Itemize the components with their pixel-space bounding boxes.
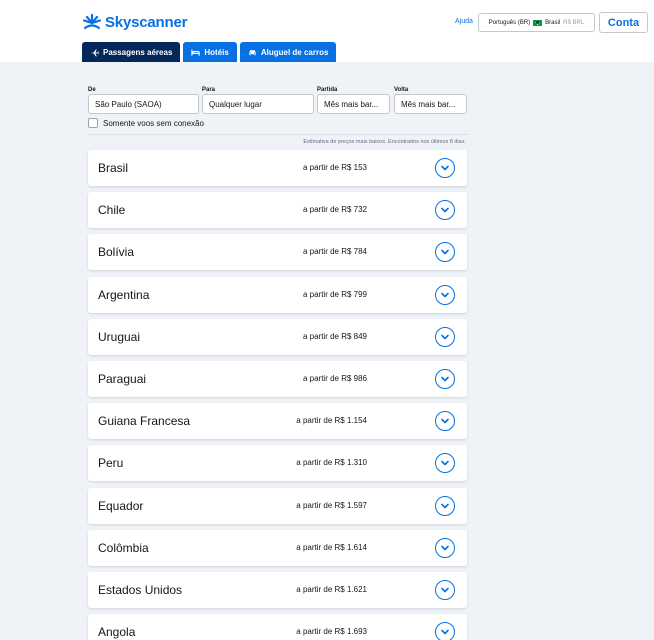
destination-country: Paraguai (98, 372, 147, 386)
destination-price: a partir de R$ 799 (302, 289, 367, 299)
destination-country: Estados Unidos (98, 583, 183, 597)
to-input[interactable]: Qualquer lugar (202, 94, 314, 114)
chevron-down-icon (441, 250, 449, 255)
destination-price: a partir de R$ 1.621 (296, 585, 367, 594)
destination-row[interactable]: Paraguai a partir de R$ 986 (88, 361, 467, 397)
destination-country: Peru (98, 456, 124, 471)
expand-button[interactable] (435, 411, 455, 432)
chevron-down-icon (441, 207, 449, 213)
destination-row[interactable]: Peru a partir de R$ 1.310 (88, 445, 467, 482)
destination-country: Uruguai (98, 329, 141, 344)
help-link[interactable]: Ajuda (455, 18, 473, 25)
account-button[interactable]: Conta (599, 12, 648, 33)
chevron-down-icon (441, 418, 449, 424)
sunrise-logo-icon (82, 13, 102, 30)
destination-row[interactable]: Estados Unidos a partir de R$ 1.621 (88, 572, 467, 608)
expand-button[interactable] (435, 495, 455, 516)
destination-country: Angola (98, 625, 136, 640)
destination-row[interactable]: Equador a partir de R$ 1.597 (88, 487, 467, 524)
direct-flights-checkbox[interactable] (88, 118, 98, 128)
destination-row[interactable]: Angola a partir de R$ 1.693 (88, 614, 467, 640)
to-label: Para (202, 87, 216, 93)
depart-label: Partida (317, 87, 338, 93)
destination-country: Guiana Francesa (98, 414, 191, 429)
return-input[interactable]: Mês mais bar... (394, 94, 467, 114)
chevron-down-icon (441, 165, 449, 171)
chevron-down-icon (441, 292, 449, 297)
expand-button[interactable] (435, 369, 455, 389)
tab-car-rental-label: Aluguel de carros (260, 47, 329, 57)
expand-button[interactable] (435, 622, 455, 640)
product-tabs: Passagens aéreas Hotéis Aluguel de carro… (82, 42, 337, 62)
destination-price: a partir de R$ 849 (302, 331, 367, 341)
chevron-down-icon (441, 461, 449, 466)
expand-button[interactable] (435, 242, 455, 263)
expand-button[interactable] (435, 200, 455, 221)
language-label: Português (BR) (488, 19, 531, 26)
expand-button[interactable] (435, 537, 455, 558)
destination-country: Chile (98, 203, 126, 218)
plane-icon (90, 48, 99, 57)
direct-flights-label: Somente voos sem conexão (103, 118, 204, 128)
depart-field: Partida Mês mais bar... (317, 86, 390, 114)
tab-flights[interactable]: Passagens aéreas (82, 42, 181, 62)
destination-price: a partir de R$ 1.597 (296, 500, 367, 510)
bed-icon (191, 49, 201, 56)
divider (88, 134, 468, 135)
direct-flights-option[interactable]: Somente voos sem conexão (88, 118, 204, 128)
destination-row[interactable]: Guiana Francesa a partir de R$ 1.154 (88, 403, 467, 440)
tab-hotels-label: Hotéis (204, 47, 229, 57)
destination-price: a partir de R$ 1.693 (296, 627, 367, 637)
destination-row[interactable]: Uruguai a partir de R$ 849 (88, 318, 467, 355)
expand-button[interactable] (435, 453, 455, 474)
depart-input[interactable]: Mês mais bar... (317, 94, 390, 114)
destination-price: a partir de R$ 1.310 (296, 458, 367, 468)
from-input[interactable]: São Paulo (SAOA) (88, 94, 199, 114)
from-label: De (88, 87, 96, 93)
destination-price: a partir de R$ 1.154 (296, 416, 367, 426)
chevron-down-icon (441, 334, 449, 340)
destination-price: a partir de R$ 732 (302, 205, 367, 215)
to-field: Para Qualquer lugar (202, 86, 314, 114)
car-icon (249, 49, 256, 55)
brazil-flag-icon (533, 19, 543, 26)
expand-button[interactable] (435, 326, 455, 347)
skyscanner-logo[interactable]: Skyscanner (82, 12, 187, 32)
destination-row[interactable]: Argentina a partir de R$ 799 (88, 276, 467, 313)
expand-button[interactable] (435, 158, 455, 178)
chevron-down-icon (441, 629, 449, 635)
destination-row[interactable]: Bolívia a partir de R$ 784 (88, 234, 467, 271)
destination-price: a partir de R$ 153 (302, 163, 367, 172)
chevron-down-icon (441, 545, 449, 551)
chevron-down-icon (441, 376, 449, 382)
return-label: Volta (394, 87, 409, 93)
destination-row[interactable]: Colômbia a partir de R$ 1.614 (88, 529, 467, 566)
destination-country: Brasil (98, 161, 129, 175)
price-estimate-note: Estimativa de preços mais baixos. Encont… (303, 139, 466, 145)
destination-price: a partir de R$ 1.614 (296, 542, 367, 552)
destination-country: Argentina (98, 287, 150, 302)
expand-button[interactable] (435, 580, 455, 600)
destination-row[interactable]: Chile a partir de R$ 732 (88, 192, 467, 229)
top-header: Skyscanner Ajuda Português (BR) Brasil R… (0, 0, 654, 62)
chevron-down-icon (441, 587, 449, 593)
locale-selector-button[interactable]: Português (BR) Brasil R$ BRL (478, 13, 595, 32)
destination-country: Equador (98, 498, 144, 513)
tab-flights-label: Passagens aéreas (103, 47, 173, 57)
destination-country: Bolívia (98, 245, 135, 260)
tab-car-rental[interactable]: Aluguel de carros (239, 42, 337, 62)
destination-row[interactable]: Brasil a partir de R$ 153 (88, 150, 467, 186)
destination-price: a partir de R$ 986 (302, 374, 367, 383)
return-field: Volta Mês mais bar... (394, 86, 467, 114)
expand-button[interactable] (435, 284, 455, 305)
chevron-down-icon (441, 503, 449, 508)
destination-country: Colômbia (98, 540, 149, 555)
logo-text: Skyscanner (105, 13, 188, 31)
tab-hotels[interactable]: Hotéis (183, 42, 237, 62)
from-field: De São Paulo (SAOA) (88, 86, 199, 114)
currency-label: R$ BRL (563, 19, 585, 26)
destination-price: a partir de R$ 784 (302, 247, 367, 257)
country-label: Brasil (545, 19, 561, 26)
